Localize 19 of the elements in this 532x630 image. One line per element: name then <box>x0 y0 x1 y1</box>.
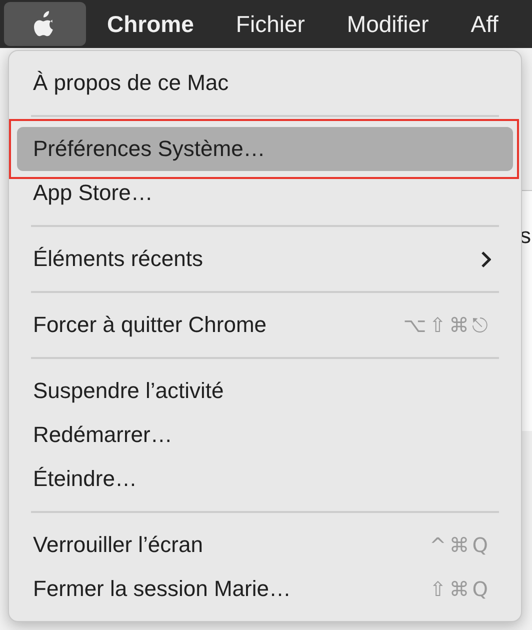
apple-icon <box>34 11 56 37</box>
menu-item[interactable]: Fermer la session Marie… ⇧⌘Q <box>17 567 513 611</box>
menu-item[interactable]: Suspendre l’activité <box>17 369 513 413</box>
menu-item[interactable]: Éléments récents <box>17 237 513 281</box>
keyboard-shortcut: ⇧⌘Q <box>430 577 491 601</box>
menu-bar-item[interactable]: Chrome <box>86 2 215 46</box>
menu-item[interactable]: Forcer à quitter Chrome ⌥⇧⌘⎋ <box>17 303 513 347</box>
menu-item[interactable]: Redémarrer… <box>17 413 513 457</box>
keyboard-shortcut: ^⌘Q <box>430 533 491 557</box>
menu-item[interactable]: Éteindre… <box>17 457 513 501</box>
menu-item[interactable]: Préférences Système… <box>17 127 513 171</box>
menu-item[interactable]: App Store… <box>17 171 513 215</box>
keyboard-shortcut: ⌥⇧⌘⎋ <box>403 313 491 337</box>
menu-bar-item[interactable]: Modifier <box>326 2 450 46</box>
apple-menu-button[interactable] <box>4 2 86 46</box>
menu-item[interactable]: À propos de ce Mac <box>17 61 513 105</box>
menu-item[interactable]: Verrouiller l’écran ^⌘Q <box>17 523 513 567</box>
menu-bar-item[interactable]: Aff <box>450 2 520 46</box>
menu-bar-item[interactable]: Fichier <box>214 2 326 46</box>
